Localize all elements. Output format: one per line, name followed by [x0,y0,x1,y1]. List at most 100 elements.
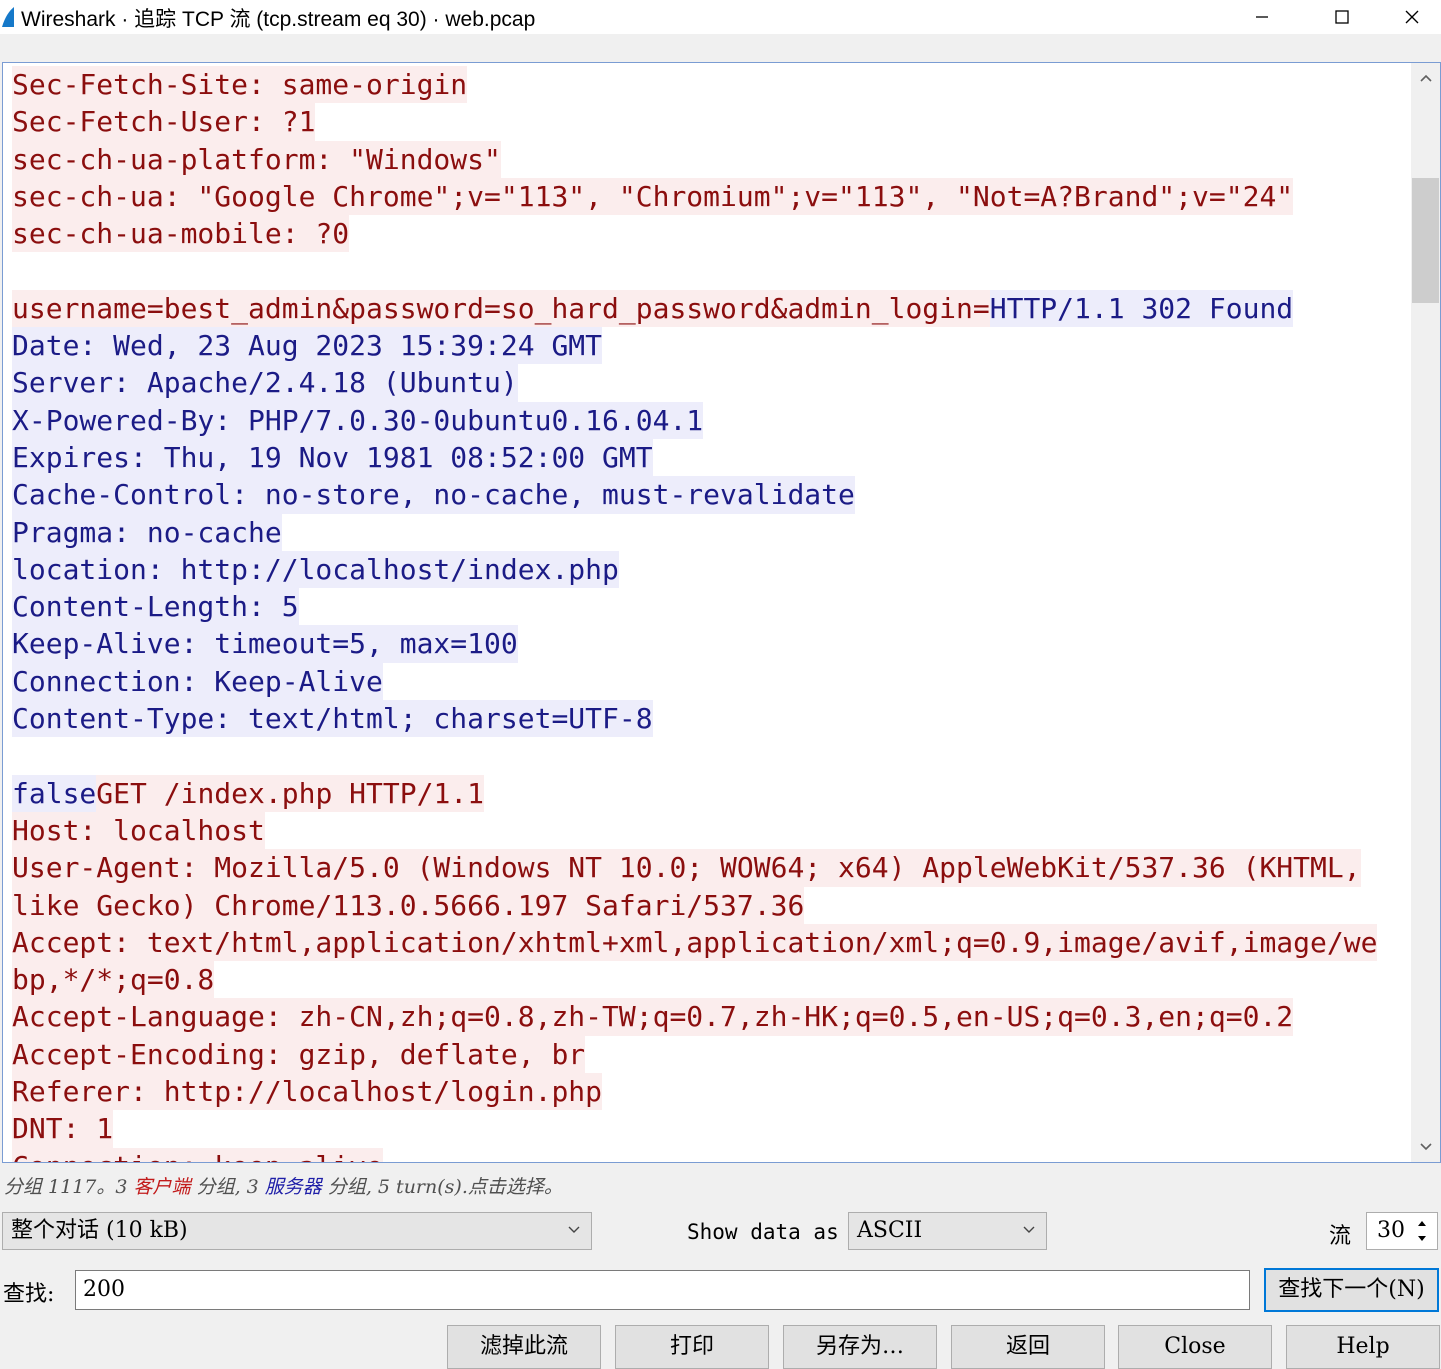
spin-up-button[interactable] [1409,1215,1435,1231]
stream-line: falseGET /index.php HTTP/1.1 [12,774,1410,812]
stream-line: Sec-Fetch-Site: same-origin [12,66,1410,104]
show-data-as-label: Show data as [687,1220,839,1244]
stream-line: Connection: keep-alive [12,1147,1410,1162]
stream-line: Accept-Language: zh-CN,zh;q=0.8,zh-TW;q=… [12,998,1410,1036]
find-next-button[interactable]: 查找下一个(N) [1264,1268,1439,1312]
stream-line: Content-Length: 5 [12,588,1410,626]
server-text-segment: Content-Length: 5 [12,588,299,626]
title-bar: Wireshark · 追踪 TCP 流 (tcp.stream eq 30) … [0,0,1441,34]
stream-label: 流 [1329,1224,1352,1249]
server-text-segment: Server: Apache/2.4.18 (Ubuntu) [12,364,518,402]
client-text-segment: Accept-Encoding: gzip, deflate, br [12,1035,586,1074]
stream-line: Date: Wed, 23 Aug 2023 15:39:24 GMT [12,327,1410,365]
chevron-down-icon [1023,1226,1035,1233]
chevron-up-icon [1419,74,1432,82]
scroll-up-button[interactable] [1411,63,1440,93]
client-text-segment: username=best_admin&password=so_hard_pas… [12,289,990,328]
client-text-segment: User-Agent: Mozilla/5.0 (Windows NT 10.0… [12,849,1361,887]
stream-blank-line [12,252,1410,289]
minimize-button[interactable] [1222,0,1302,34]
stream-summary: 分组 1117。3 客户端 分组, 3 服务器 分组, 5 turn(s).点击… [4,1172,563,1199]
stream-line: User-Agent: Mozilla/5.0 (Windows NT 10.0… [12,849,1410,887]
client-text-segment: like Gecko) Chrome/113.0.5666.197 Safari… [12,886,805,924]
print-button[interactable]: 打印 [615,1325,769,1369]
server-text-segment: Connection: Keep-Alive [12,662,383,701]
stream-line: sec-ch-ua-platform: "Windows" [12,140,1410,178]
stream-line: Accept: text/html,application/xhtml+xml,… [12,923,1410,962]
back-button[interactable]: 返回 [951,1325,1105,1369]
client-text-segment: Referer: http://localhost/login.php [12,1073,603,1111]
client-text-segment: Accept: text/html,application/xhtml+xml,… [12,923,1378,962]
client-label: 客户端 [133,1176,191,1198]
client-text-segment: sec-ch-ua-mobile: ?0 [12,215,350,253]
caret-down-icon [1418,1236,1426,1241]
show-data-as-select[interactable]: ASCII [848,1212,1047,1250]
server-text-segment: Content-Type: text/html; charset=UTF-8 [12,700,653,738]
stream-line: Accept-Encoding: gzip, deflate, br [12,1035,1410,1074]
find-label: 查找: [3,1282,55,1307]
chevron-down-icon [568,1226,580,1233]
server-text-segment: Cache-Control: no-store, no-cache, must-… [12,476,855,514]
server-text-segment: false [12,774,97,812]
server-label: 服务器 [264,1176,322,1198]
close-window-button[interactable] [1382,0,1441,34]
maximize-button[interactable] [1302,0,1382,34]
scroll-thumb[interactable] [1412,178,1439,303]
stream-line: Expires: Thu, 19 Nov 1981 08:52:00 GMT [12,438,1410,477]
stream-text-area[interactable]: Sec-Fetch-Site: same-origin Sec-Fetch-Use… [2,62,1441,1163]
stream-number-value: 30 [1377,1218,1405,1243]
server-text-segment: Date: Wed, 23 Aug 2023 15:39:24 GMT [12,327,603,365]
close-button[interactable]: Close [1118,1325,1272,1369]
summary-prefix: 分组 1117。3 [4,1176,134,1198]
stream-line: Pragma: no-cache [12,513,1410,551]
stream-line: Keep-Alive: timeout=5, max=100 [12,625,1410,663]
maximize-icon [1335,10,1349,24]
stream-line: sec-ch-ua-mobile: ?0 [12,215,1410,253]
client-text-segment: Host: localhost [12,811,265,850]
stream-line: Host: localhost [12,811,1410,850]
client-text-segment: bp,*/*;q=0.8 [12,961,215,999]
summary-middle: 分组, 3 [190,1176,265,1198]
save-as-button[interactable]: 另存为… [783,1325,937,1369]
stream-number-spinbox[interactable]: 30 [1366,1212,1438,1250]
filter-out-stream-button[interactable]: 滤掉此流 [447,1325,601,1369]
summary-suffix: 分组, 5 turn(s).点击选择。 [321,1176,563,1198]
stream-line: DNT: 1 [12,1110,1410,1148]
wireshark-fin-icon [2,7,14,27]
conversation-select[interactable]: 整个对话 (10 kB) [2,1212,592,1250]
stream-line: Content-Type: text/html; charset=UTF-8 [12,700,1410,738]
server-text-segment: Pragma: no-cache [12,513,282,551]
scroll-down-button[interactable] [1411,1132,1440,1162]
client-text-segment: Connection: keep-alive [12,1147,383,1162]
stream-lines: Sec-Fetch-Site: same-origin Sec-Fetch-Use… [12,66,1410,1162]
client-text-segment: sec-ch-ua-platform: "Windows" [12,140,501,178]
stream-line: location: http://localhost/index.php [12,550,1410,589]
server-text-segment: location: http://localhost/index.php [12,550,619,589]
stream-line: X-Powered-By: PHP/7.0.30-0ubuntu0.16.04.… [12,401,1410,439]
stream-line: username=best_admin&password=so_hard_pas… [12,289,1410,328]
server-text-segment: Expires: Thu, 19 Nov 1981 08:52:00 GMT [12,438,653,477]
close-icon [1405,10,1418,24]
client-text-segment: DNT: 1 [12,1110,114,1148]
caret-up-icon [1418,1221,1426,1226]
client-text-segment: sec-ch-ua: "Google Chrome";v="113", "Chr… [12,177,1294,216]
vertical-scrollbar[interactable] [1411,63,1440,1162]
conversation-select-value: 整个对话 (10 kB) [11,1218,188,1243]
stream-line: bp,*/*;q=0.8 [12,961,1410,999]
stream-line: Server: Apache/2.4.18 (Ubuntu) [12,364,1410,402]
stream-line: sec-ch-ua: "Google Chrome";v="113", "Chr… [12,177,1410,216]
stream-line: Cache-Control: no-store, no-cache, must-… [12,476,1410,514]
client-text-segment: Sec-Fetch-Site: same-origin [12,66,468,104]
spin-down-button[interactable] [1409,1231,1435,1247]
stream-line: Connection: Keep-Alive [12,662,1410,701]
server-text-segment: HTTP/1.1 302 Found [989,289,1294,328]
client-text-segment: Accept-Language: zh-CN,zh;q=0.8,zh-TW;q=… [12,998,1294,1036]
client-text-segment: GET /index.php HTTP/1.1 [96,774,485,812]
server-text-segment: Keep-Alive: timeout=5, max=100 [12,625,518,663]
help-button[interactable]: Help [1286,1325,1440,1369]
stream-line: Referer: http://localhost/login.php [12,1073,1410,1111]
client-text-segment: Sec-Fetch-User: ?1 [12,103,316,141]
stream-line: like Gecko) Chrome/113.0.5666.197 Safari… [12,886,1410,924]
chevron-down-icon [1419,1143,1432,1151]
find-input[interactable]: 200 [75,1270,1250,1310]
